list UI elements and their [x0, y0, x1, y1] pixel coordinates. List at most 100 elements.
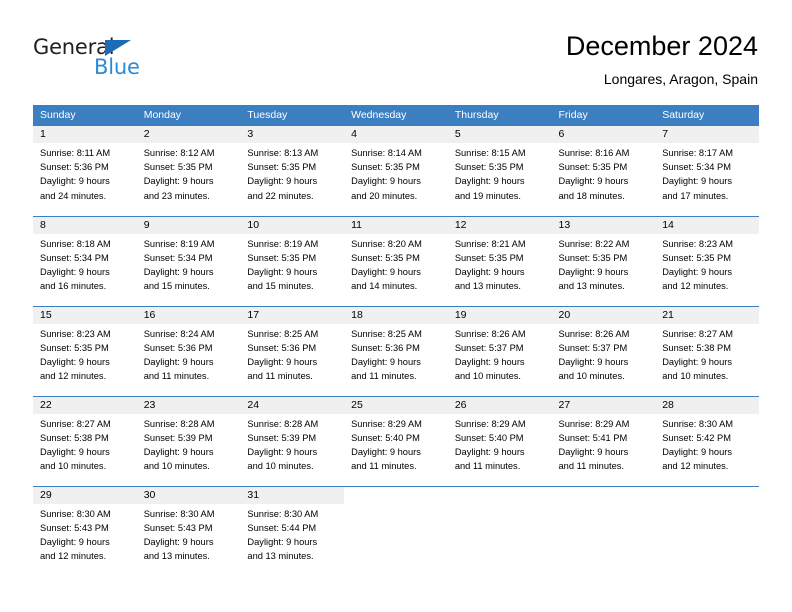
- sunset-text: Sunset: 5:38 PM: [40, 432, 109, 443]
- sunrise-text: Sunrise: 8:14 AM: [351, 148, 422, 158]
- daylight-text-line2: and 10 minutes.: [247, 461, 314, 472]
- day-cell[interactable]: 29 Sunrise: 8:30 AM Sunset: 5:43 PM Dayligh…: [33, 485, 137, 576]
- daylight-text-line1: Daylight: 9 hours: [558, 266, 629, 277]
- calendar-week-row: 1 Sunrise: 8:11 AM Sunset: 5:36 PM Daylight…: [33, 126, 759, 216]
- daylight-text-line1: Daylight: 9 hours: [247, 356, 318, 367]
- daylight-text-line2: and 11 minutes.: [558, 461, 624, 472]
- day-cell[interactable]: 31 Sunrise: 8:30 AM Sunset: 5:44 PM Dayligh…: [240, 485, 345, 576]
- day-details: Sunrise: 8:15 AM Sunset: 5:35 PM Daylight:…: [448, 143, 552, 203]
- day-cell[interactable]: 18 Sunrise: 8:25 AM Sunset: 5:36 PM Dayligh…: [344, 305, 448, 396]
- sunrise-text: Sunrise: 8:25 AM: [351, 328, 422, 339]
- sunrise-text: Sunrise: 8:27 AM: [40, 418, 111, 429]
- daylight-text-line1: Daylight: 9 hours: [351, 266, 421, 277]
- day-details: Sunrise: 8:23 AM Sunset: 5:35 PM Daylight:…: [33, 324, 137, 384]
- sunrise-text: Sunrise: 8:20 AM: [351, 238, 422, 249]
- day-number: 2: [136, 126, 241, 143]
- day-cell[interactable]: 4 Sunrise: 8:14 AM Sunset: 5:35 PM Daylight…: [344, 126, 448, 216]
- daylight-text-line2: and 17 minutes.: [662, 190, 729, 201]
- daylight-text-line2: and 13 minutes.: [558, 281, 625, 292]
- day-number: 27: [551, 396, 656, 414]
- day-cell[interactable]: 10 Sunrise: 8:19 AM Sunset: 5:35 PM Dayligh…: [240, 215, 345, 306]
- sunrise-text: Sunrise: 8:19 AM: [143, 238, 215, 249]
- sunrise-text: Sunrise: 8:28 AM: [143, 418, 215, 429]
- day-cell[interactable]: 15 Sunrise: 8:23 AM Sunset: 5:35 PM Dayligh…: [33, 305, 137, 396]
- sunset-text: Sunset: 5:40 PM: [454, 432, 524, 443]
- daylight-text-line1: Daylight: 9 hours: [143, 446, 214, 457]
- day-cell[interactable]: 11 Sunrise: 8:20 AM Sunset: 5:35 PM Dayligh…: [344, 215, 448, 306]
- day-cell[interactable]: 17 Sunrise: 8:25 AM Sunset: 5:36 PM Dayligh…: [240, 305, 345, 396]
- sunrise-text: Sunrise: 8:26 AM: [454, 328, 526, 339]
- generalblue-logo[interactable]: General Blue: [33, 36, 233, 82]
- day-cell[interactable]: 27 Sunrise: 8:29 AM Sunset: 5:41 PM Dayligh…: [551, 395, 656, 486]
- day-cell[interactable]: 20 Sunrise: 8:26 AM Sunset: 5:37 PM Dayligh…: [551, 305, 656, 396]
- weekday-header-friday: Friday: [551, 105, 656, 126]
- weekday-header-saturday: Saturday: [655, 105, 759, 126]
- logo-text-blue: Blue: [94, 55, 140, 79]
- day-cell[interactable]: 16 Sunrise: 8:24 AM Sunset: 5:36 PM Dayligh…: [136, 305, 241, 396]
- sunset-text: Sunset: 5:34 PM: [40, 252, 109, 263]
- day-number: 14: [655, 216, 759, 234]
- calendar-grid: Sunday Monday Tuesday Wednesday Thursday…: [33, 105, 759, 576]
- daylight-text-line1: Daylight: 9 hours: [558, 356, 629, 367]
- day-details: Sunrise: 8:22 AM Sunset: 5:35 PM Daylight:…: [552, 234, 656, 294]
- daylight-text-line1: Daylight: 9 hours: [351, 176, 421, 187]
- daylight-text-line2: and 10 minutes.: [40, 461, 107, 472]
- day-cell[interactable]: 23 Sunrise: 8:28 AM Sunset: 5:39 PM Dayligh…: [136, 395, 241, 486]
- daylight-text-line2: and 19 minutes.: [454, 190, 521, 201]
- page-header: General Blue December 2024 Longares, Ara…: [0, 0, 792, 100]
- calendar-week-row: 22 Sunrise: 8:27 AM Sunset: 5:38 PM Dayligh…: [33, 395, 759, 486]
- daylight-text-line2: and 24 minutes.: [40, 190, 107, 201]
- day-cell[interactable]: 24 Sunrise: 8:28 AM Sunset: 5:39 PM Dayligh…: [240, 395, 345, 486]
- sunrise-text: Sunrise: 8:17 AM: [662, 148, 734, 158]
- day-cell[interactable]: 2 Sunrise: 8:12 AM Sunset: 5:35 PM Daylight…: [136, 126, 241, 216]
- triangle-icon: [105, 40, 131, 56]
- daylight-text-line2: and 10 minutes.: [454, 371, 521, 382]
- page-title: December 2024: [565, 31, 758, 61]
- day-cell[interactable]: 28 Sunrise: 8:30 AM Sunset: 5:42 PM Dayligh…: [655, 395, 759, 486]
- day-details: Sunrise: 8:28 AM Sunset: 5:39 PM Daylight:…: [240, 414, 344, 474]
- day-details: Sunrise: 8:25 AM Sunset: 5:36 PM Daylight:…: [344, 324, 448, 384]
- day-number: 12: [447, 216, 552, 234]
- day-cell[interactable]: 9 Sunrise: 8:19 AM Sunset: 5:34 PM Daylight…: [136, 215, 241, 306]
- day-details: Sunrise: 8:29 AM Sunset: 5:41 PM Daylight:…: [552, 414, 656, 474]
- day-cell[interactable]: 25 Sunrise: 8:29 AM Sunset: 5:40 PM Dayligh…: [344, 395, 448, 486]
- day-details: Sunrise: 8:29 AM Sunset: 5:40 PM Daylight:…: [448, 414, 552, 474]
- day-cell[interactable]: 13 Sunrise: 8:22 AM Sunset: 5:35 PM Dayligh…: [551, 215, 656, 306]
- sunset-text: Sunset: 5:44 PM: [247, 522, 317, 533]
- daylight-text-line2: and 11 minutes.: [351, 461, 417, 472]
- day-cell[interactable]: 3 Sunrise: 8:13 AM Sunset: 5:35 PM Daylight…: [240, 126, 345, 216]
- daylight-text-line1: Daylight: 9 hours: [247, 176, 318, 187]
- day-details: Sunrise: 8:30 AM Sunset: 5:44 PM Daylight:…: [240, 504, 344, 564]
- sunset-text: Sunset: 5:37 PM: [558, 342, 628, 353]
- day-cell[interactable]: 26 Sunrise: 8:29 AM Sunset: 5:40 PM Dayligh…: [447, 395, 552, 486]
- sunset-text: Sunset: 5:35 PM: [351, 252, 420, 263]
- daylight-text-line2: and 10 minutes.: [143, 461, 210, 472]
- sunrise-text: Sunrise: 8:23 AM: [40, 328, 111, 339]
- day-cell[interactable]: 5 Sunrise: 8:15 AM Sunset: 5:35 PM Daylight…: [447, 126, 552, 216]
- daylight-text-line1: Daylight: 9 hours: [454, 446, 525, 457]
- day-cell[interactable]: 1 Sunrise: 8:11 AM Sunset: 5:36 PM Daylight…: [33, 126, 137, 216]
- day-number: 18: [344, 306, 448, 324]
- sunrise-text: Sunrise: 8:28 AM: [247, 418, 319, 429]
- daylight-text-line2: and 11 minutes.: [247, 371, 313, 382]
- day-number: 23: [136, 396, 241, 414]
- daylight-text-line1: Daylight: 9 hours: [351, 446, 421, 457]
- daylight-text-line1: Daylight: 9 hours: [454, 266, 525, 277]
- sunrise-text: Sunrise: 8:16 AM: [558, 148, 630, 158]
- sunset-text: Sunset: 5:42 PM: [662, 432, 731, 443]
- day-cell[interactable]: 8 Sunrise: 8:18 AM Sunset: 5:34 PM Daylight…: [33, 215, 137, 306]
- day-cell[interactable]: 6 Sunrise: 8:16 AM Sunset: 5:35 PM Daylight…: [551, 126, 656, 216]
- day-cell[interactable]: 30 Sunrise: 8:30 AM Sunset: 5:43 PM Dayligh…: [136, 485, 241, 576]
- sunset-text: Sunset: 5:34 PM: [143, 252, 213, 263]
- day-cell[interactable]: 12 Sunrise: 8:21 AM Sunset: 5:35 PM Dayligh…: [447, 215, 552, 306]
- day-cell[interactable]: 7 Sunrise: 8:17 AM Sunset: 5:34 PM Daylight…: [655, 126, 759, 216]
- day-cell[interactable]: 14 Sunrise: 8:23 AM Sunset: 5:35 PM Dayligh…: [655, 215, 759, 306]
- title-block: December 2024 Longares, Aragon, Spain: [566, 30, 758, 89]
- day-cell[interactable]: 21 Sunrise: 8:27 AM Sunset: 5:38 PM Dayligh…: [655, 305, 759, 396]
- day-cell[interactable]: 22 Sunrise: 8:27 AM Sunset: 5:38 PM Dayligh…: [33, 395, 137, 486]
- calendar-week-row: 29 Sunrise: 8:30 AM Sunset: 5:43 PM Dayligh…: [33, 485, 759, 576]
- day-details: Sunrise: 8:21 AM Sunset: 5:35 PM Daylight:…: [448, 234, 552, 294]
- calendar-week-row: 15 Sunrise: 8:23 AM Sunset: 5:35 PM Dayligh…: [33, 305, 759, 396]
- day-cell[interactable]: 19 Sunrise: 8:26 AM Sunset: 5:37 PM Dayligh…: [447, 305, 552, 396]
- daylight-text-line2: and 20 minutes.: [351, 190, 418, 201]
